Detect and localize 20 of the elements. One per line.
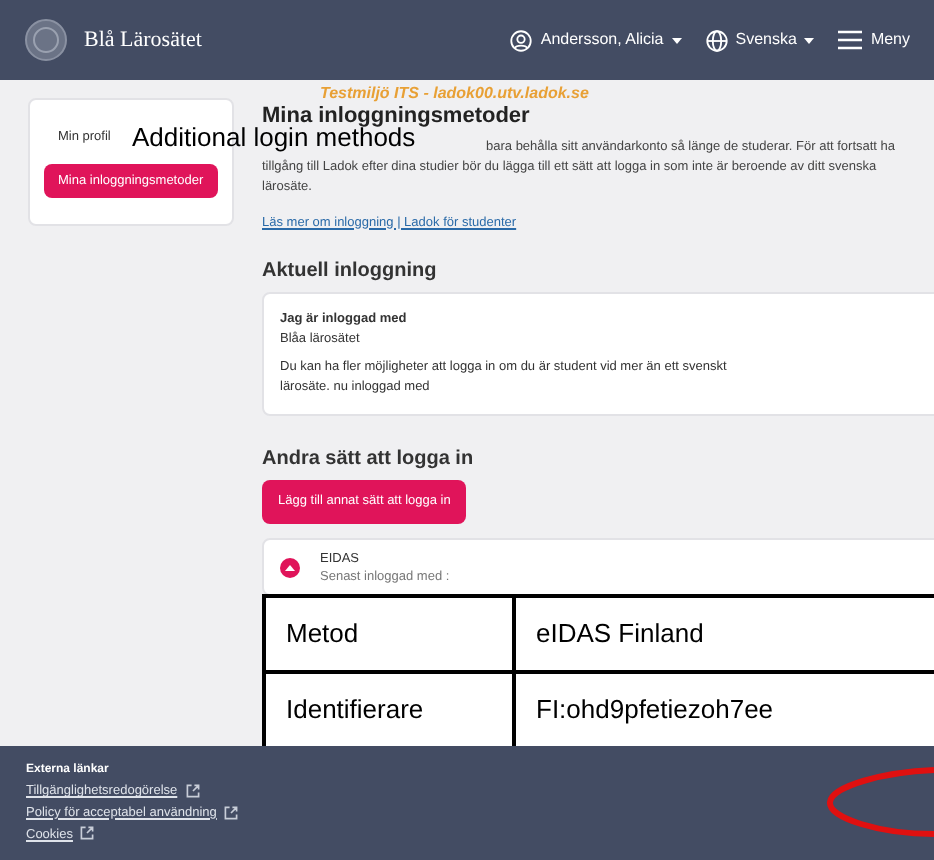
menu-icon bbox=[838, 30, 863, 50]
section-heading: Aktuell inloggning bbox=[262, 258, 439, 287]
brand-name: Blå Lärosätet bbox=[84, 25, 202, 56]
table-cell: eIDAS Finland bbox=[514, 596, 934, 672]
table-cell: Metod bbox=[264, 596, 514, 672]
globe-icon bbox=[705, 29, 728, 51]
external-link-icon bbox=[224, 805, 239, 820]
environment-label: Testmiljö ITS - ladok00.utv.ladok.se bbox=[320, 82, 589, 106]
external-link-icon bbox=[80, 826, 95, 841]
menu-button[interactable]: Meny bbox=[838, 28, 910, 52]
seal-logo-icon bbox=[24, 18, 68, 62]
caret-icon bbox=[671, 37, 682, 43]
language-menu[interactable]: Svenska bbox=[705, 28, 815, 52]
external-link-icon bbox=[185, 783, 200, 798]
user-icon bbox=[510, 29, 533, 51]
user-menu[interactable]: Andersson, Alicia bbox=[510, 28, 682, 52]
page-title: Mina inloggningsmetoder bbox=[262, 102, 532, 128]
caret-icon bbox=[804, 37, 815, 43]
section-heading: Andra sätt att logga in bbox=[262, 445, 476, 474]
ellipse-annotation bbox=[824, 762, 934, 842]
